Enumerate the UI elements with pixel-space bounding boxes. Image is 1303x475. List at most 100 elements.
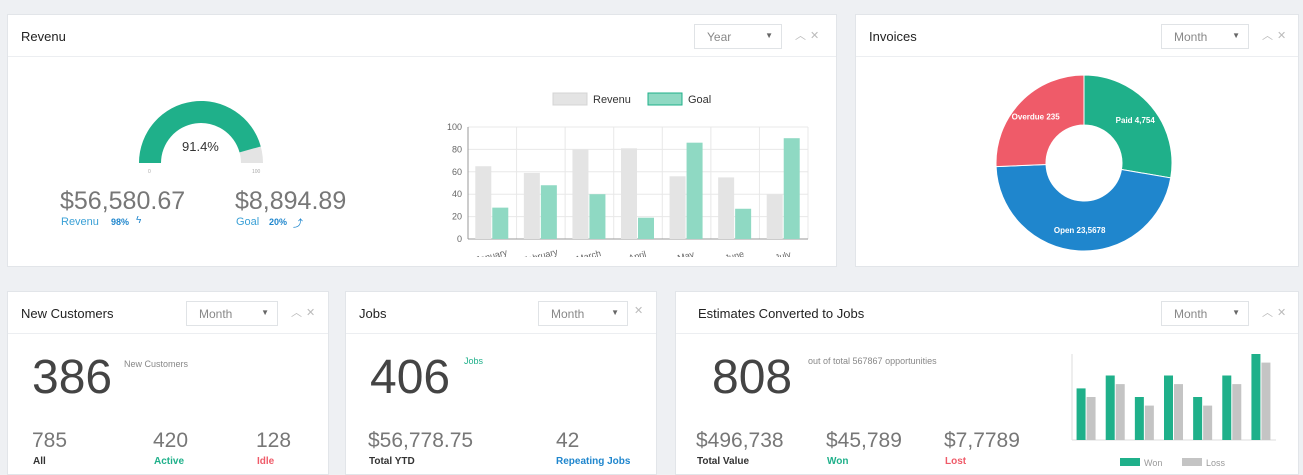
- estimates-panel: Estimates Converted to Jobs Month ▼ ︿✕ 80…: [675, 291, 1299, 475]
- collapse-icon[interactable]: ︿: [291, 307, 306, 319]
- collapse-icon[interactable]: ︿: [795, 30, 810, 42]
- chevron-down-icon: ▼: [1232, 308, 1240, 317]
- estimates-controls: ︿✕: [1262, 304, 1290, 320]
- y-tick-label: 100: [447, 122, 462, 132]
- jobs-total-ytd-label: Total YTD: [369, 456, 415, 467]
- bar-loss: [1144, 405, 1154, 440]
- bar-goal: [638, 217, 654, 239]
- stat-all-value: 785: [32, 429, 68, 452]
- estimates-total-label: Total Value: [697, 456, 750, 467]
- revenue-gauge: 0 100: [139, 101, 263, 175]
- estimates-title: Estimates Converted to Jobs: [698, 306, 865, 321]
- bar-revenu: [475, 166, 492, 239]
- bar-goal: [492, 207, 509, 239]
- chevron-down-icon: ▼: [611, 308, 619, 317]
- stat-idle-label: Idle: [257, 456, 275, 467]
- x-tick-label: January: [475, 247, 509, 257]
- jobs-period-select[interactable]: Month ▼: [538, 301, 628, 326]
- bar-won: [1193, 397, 1203, 440]
- jobs-caption: Jobs: [464, 356, 484, 366]
- y-tick-label: 60: [452, 167, 462, 177]
- close-icon[interactable]: ✕: [306, 307, 319, 319]
- bar-loss: [1232, 384, 1242, 440]
- revenue-panel: Revenu Year ▼ ︿✕ 0 100 91.4% $56,580.67 R…: [7, 14, 837, 267]
- jobs-count: 406: [370, 351, 451, 404]
- gauge-max-label: 100: [252, 169, 261, 175]
- slice-label: Open 23,5678: [1054, 226, 1106, 235]
- revenue-amount-label: Revenu: [61, 216, 99, 228]
- invoices-period-value: Month: [1174, 30, 1208, 44]
- bar-revenu: [669, 176, 686, 239]
- bar-revenu: [621, 148, 637, 239]
- revenue-header: Revenu Year ▼ ︿✕: [8, 15, 836, 57]
- legend-swatch: [1182, 458, 1202, 466]
- bar-loss: [1174, 384, 1183, 440]
- bar-loss: [1115, 384, 1125, 440]
- invoices-donut-chart: Paid 4,754 Open 23,5678 Overdue 235: [995, 74, 1173, 252]
- bar-revenu: [523, 172, 540, 239]
- legend-swatch: [552, 92, 588, 106]
- invoices-period-select[interactable]: Month ▼: [1161, 24, 1249, 49]
- gauge-percent: 91.4%: [182, 139, 219, 154]
- jobs-header: Jobs Month ▼ ✕: [346, 292, 656, 334]
- legend-label: Goal: [688, 94, 711, 106]
- estimates-won-value: $45,789: [826, 429, 902, 452]
- revenue-period-select[interactable]: Year ▼: [694, 24, 782, 49]
- bar-goal: [589, 194, 606, 239]
- collapse-icon[interactable]: ︿: [1262, 30, 1277, 42]
- slice-paid: [1083, 74, 1173, 179]
- invoices-title: Invoices: [869, 29, 917, 44]
- revenue-period-value: Year: [707, 30, 732, 44]
- new-customers-controls: ︿✕: [291, 304, 319, 320]
- estimates-period-select[interactable]: Month ▼: [1161, 301, 1249, 326]
- jobs-panel: Jobs Month ▼ ✕ 406 Jobs $56,778.75 Total …: [345, 291, 657, 475]
- jobs-controls: ✕: [634, 304, 647, 317]
- estimates-header: Estimates Converted to Jobs Month ▼ ︿✕: [676, 292, 1298, 334]
- invoices-header: Invoices Month ▼ ︿✕: [856, 15, 1298, 57]
- new-customers-period-select[interactable]: Month ▼: [186, 301, 278, 326]
- stat-active-label: Active: [154, 456, 185, 467]
- estimates-lost-value: $7,7789: [944, 429, 1020, 452]
- bar-goal: [783, 138, 800, 239]
- bar-won: [1222, 375, 1232, 440]
- bar-won: [1076, 388, 1086, 440]
- legend-swatch: [647, 92, 683, 106]
- new-customers-count: 386: [32, 351, 113, 404]
- x-tick-label: May: [676, 249, 695, 257]
- goal-amount: $8,894.89: [235, 187, 347, 215]
- stat-active-value: 420: [153, 429, 189, 452]
- bar-loss: [1261, 362, 1271, 440]
- legend-label: Won: [1144, 458, 1162, 468]
- jobs-period-value: Month: [551, 307, 585, 321]
- jobs-title: Jobs: [359, 306, 387, 321]
- goal-badge: 20%: [269, 217, 288, 227]
- estimates-total-value: $496,738: [696, 429, 784, 452]
- jobs-repeating-value: 42: [556, 429, 580, 452]
- estimates-lost-label: Lost: [945, 456, 967, 467]
- new-customers-period-value: Month: [199, 307, 233, 321]
- close-icon[interactable]: ✕: [810, 30, 823, 42]
- revenue-bar-chart: 0 20 40 60 80 100 January February March April May…: [447, 92, 809, 257]
- y-tick-label: 80: [452, 144, 462, 154]
- arrow-up-icon: ⤴: [293, 219, 303, 230]
- stat-idle-value: 128: [256, 429, 292, 452]
- revenue-badge: 98%: [111, 217, 130, 227]
- estimates-count: 808: [712, 351, 793, 404]
- bar-won: [1251, 354, 1261, 440]
- slice-open: [995, 164, 1172, 252]
- x-tick-label: February: [521, 246, 559, 257]
- chevron-down-icon: ▼: [261, 308, 269, 317]
- new-customers-header: New Customers Month ▼ ︿✕: [8, 292, 328, 334]
- bar-won: [1164, 375, 1173, 440]
- y-tick-label: 0: [457, 234, 462, 244]
- estimates-bar-chart: Won Loss: [1071, 354, 1276, 468]
- bar-won: [1105, 375, 1115, 440]
- collapse-icon[interactable]: ︿: [1262, 307, 1277, 319]
- invoices-panel: Invoices Month ▼ ︿✕ Paid 4,754 Open 23,567…: [855, 14, 1299, 267]
- close-icon[interactable]: ✕: [1277, 307, 1290, 319]
- lightning-icon: ϟ: [136, 215, 142, 226]
- close-icon[interactable]: ✕: [634, 305, 647, 317]
- close-icon[interactable]: ✕: [1277, 30, 1290, 42]
- y-tick-label: 20: [452, 212, 462, 222]
- bar-revenu: [766, 194, 783, 239]
